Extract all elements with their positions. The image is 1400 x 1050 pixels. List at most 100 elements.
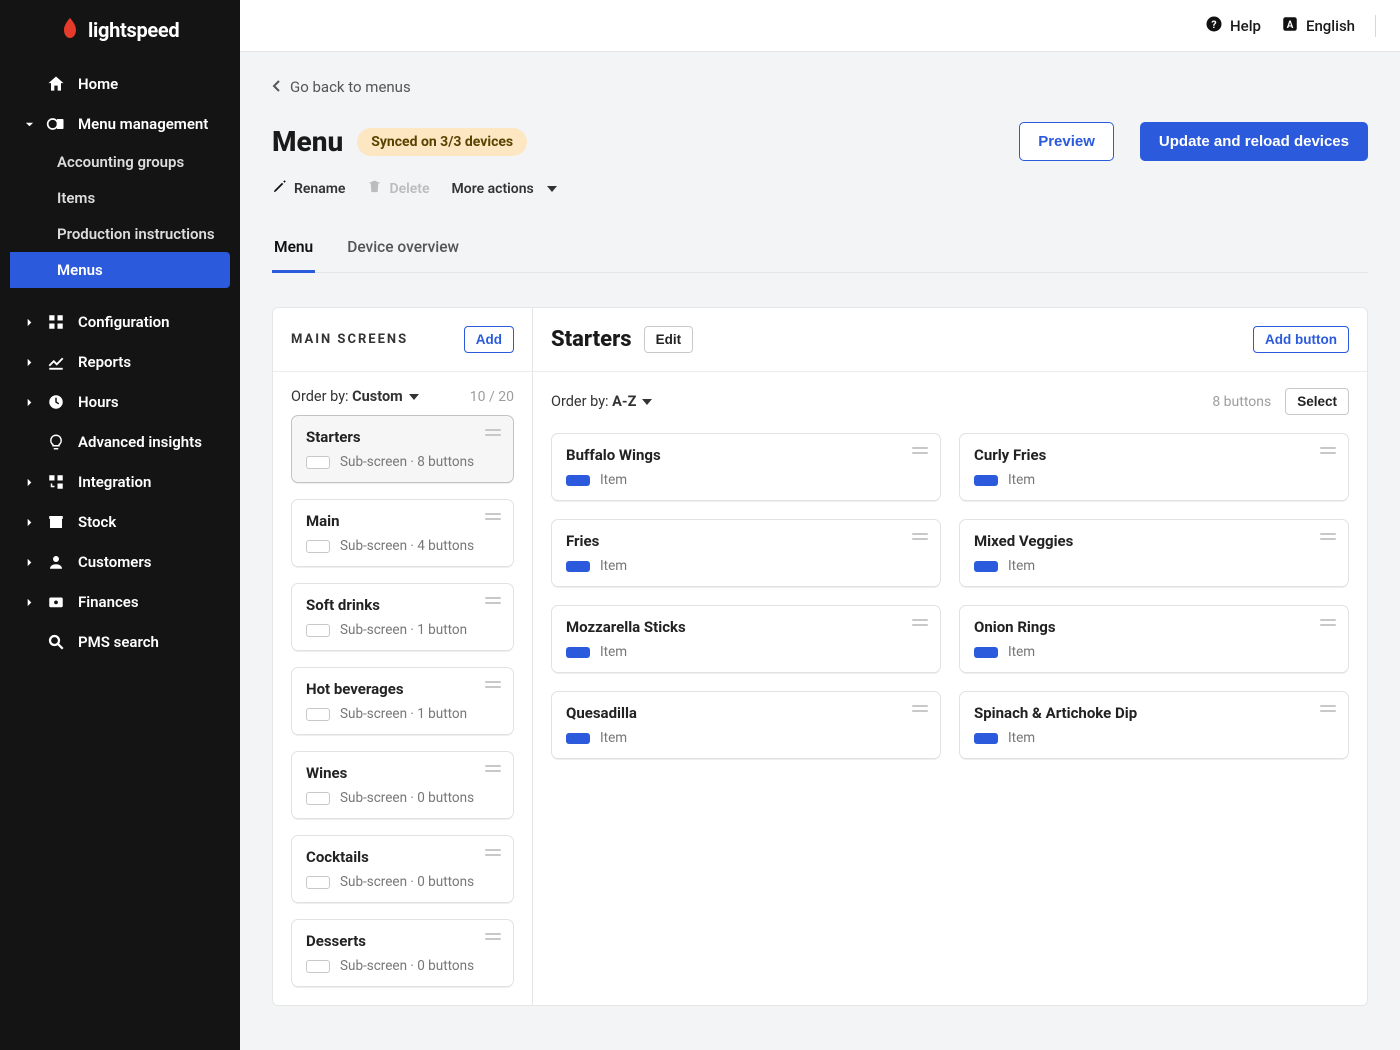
help-button[interactable]: ? Help — [1205, 15, 1261, 37]
screen-card[interactable]: WinesSub-screen · 0 buttons — [291, 751, 514, 819]
caret-right-icon — [24, 358, 34, 367]
content: Go back to menus Menu Synced on 3/3 devi… — [240, 52, 1400, 1050]
sync-badge: Synced on 3/3 devices — [357, 128, 527, 156]
color-chip — [566, 647, 590, 658]
caret-right-icon — [24, 398, 34, 407]
panel-title: Main screens — [291, 332, 408, 347]
drag-handle-icon[interactable] — [485, 428, 501, 438]
sidebar-item-finances[interactable]: Finances — [0, 582, 240, 622]
item-card[interactable]: FriesItem — [551, 519, 941, 587]
sidebar: lightspeed Home Menu management — [0, 0, 240, 1050]
svg-text:A: A — [1287, 19, 1294, 30]
grid-icon — [46, 312, 66, 332]
box-icon — [46, 512, 66, 532]
item-title: Quesadilla — [566, 704, 926, 722]
label: Help — [1230, 17, 1261, 35]
help-icon: ? — [1205, 15, 1223, 37]
drag-handle-icon[interactable] — [485, 512, 501, 522]
clock-icon — [46, 392, 66, 412]
rename-action[interactable]: Rename — [272, 179, 345, 198]
drag-handle-icon[interactable] — [485, 596, 501, 606]
sidebar-item-reports[interactable]: Reports — [0, 342, 240, 382]
screen-card[interactable]: CocktailsSub-screen · 0 buttons — [291, 835, 514, 903]
tab-menu[interactable]: Menu — [272, 224, 315, 273]
sidebar-item-customers[interactable]: Customers — [0, 542, 240, 582]
sidebar-item-pms-search[interactable]: PMS search — [0, 622, 240, 662]
sidebar-item-stock[interactable]: Stock — [0, 502, 240, 542]
screen-card[interactable]: MainSub-screen · 4 buttons — [291, 499, 514, 567]
menu-icon — [46, 114, 66, 134]
orderby-dropdown[interactable]: A-Z — [612, 393, 652, 410]
drag-handle-icon[interactable] — [485, 932, 501, 942]
screen-list: StartersSub-screen · 8 buttons MainSub-sc… — [273, 415, 532, 1005]
drag-handle-icon[interactable] — [1320, 532, 1336, 542]
delete-action: Delete — [367, 179, 429, 198]
item-card[interactable]: Curly FriesItem — [959, 433, 1349, 501]
more-actions-dropdown[interactable]: More actions — [452, 181, 557, 197]
action-row: Rename Delete More actions — [272, 161, 1368, 206]
caret-right-icon — [24, 318, 34, 327]
label: Reports — [78, 353, 131, 371]
sidebar-item-home[interactable]: Home — [0, 64, 240, 104]
sidebar-item-configuration[interactable]: Configuration — [0, 302, 240, 342]
item-card[interactable]: Spinach & Artichoke DipItem — [959, 691, 1349, 759]
screen-sub: Sub-screen · 0 buttons — [306, 874, 499, 890]
drag-handle-icon[interactable] — [912, 446, 928, 456]
back-link[interactable]: Go back to menus — [272, 52, 411, 122]
preview-button[interactable]: Preview — [1019, 122, 1114, 161]
sidebar-subitem-menus[interactable]: Menus — [10, 252, 230, 288]
item-title: Curly Fries — [974, 446, 1334, 464]
select-button[interactable]: Select — [1285, 388, 1349, 415]
color-chip — [306, 540, 330, 553]
screen-card[interactable]: Soft drinksSub-screen · 1 button — [291, 583, 514, 651]
item-card[interactable]: Buffalo WingsItem — [551, 433, 941, 501]
search-icon — [46, 632, 66, 652]
separator — [1375, 15, 1376, 37]
color-chip — [566, 561, 590, 572]
tab-device-overview[interactable]: Device overview — [345, 224, 461, 272]
lightbulb-icon — [46, 432, 66, 452]
sidebar-item-hours[interactable]: Hours — [0, 382, 240, 422]
orderby-dropdown[interactable]: Custom — [352, 388, 419, 405]
item-card[interactable]: QuesadillaItem — [551, 691, 941, 759]
sidebar-subitem-items[interactable]: Items — [0, 180, 240, 216]
svg-text:?: ? — [1211, 17, 1216, 30]
drag-handle-icon[interactable] — [1320, 704, 1336, 714]
sidebar-item-menu-management[interactable]: Menu management — [0, 104, 240, 144]
item-title: Buffalo Wings — [566, 446, 926, 464]
label: More actions — [452, 181, 534, 197]
sidebar-item-integration[interactable]: Integration — [0, 462, 240, 502]
item-card[interactable]: Mixed VeggiesItem — [959, 519, 1349, 587]
screen-card[interactable]: DessertsSub-screen · 0 buttons — [291, 919, 514, 987]
main-column: ? Help A English Go back to menus Menu S… — [240, 0, 1400, 1050]
item-title: Mixed Veggies — [974, 532, 1334, 550]
update-reload-button[interactable]: Update and reload devices — [1140, 122, 1368, 161]
drag-handle-icon[interactable] — [1320, 446, 1336, 456]
drag-handle-icon[interactable] — [485, 680, 501, 690]
color-chip — [306, 708, 330, 721]
edit-screen-button[interactable]: Edit — [644, 326, 694, 353]
brand-name: lightspeed — [88, 18, 179, 42]
label: Hours — [78, 393, 119, 411]
screen-title: Starters — [306, 428, 499, 446]
sidebar-item-advanced-insights[interactable]: Advanced insights — [0, 422, 240, 462]
item-card[interactable]: Onion RingsItem — [959, 605, 1349, 673]
screen-card[interactable]: Hot beveragesSub-screen · 1 button — [291, 667, 514, 735]
drag-handle-icon[interactable] — [912, 532, 928, 542]
sidebar-subitem-accounting-groups[interactable]: Accounting groups — [0, 144, 240, 180]
screen-title: Desserts — [306, 932, 499, 950]
language-button[interactable]: A English — [1281, 15, 1355, 37]
add-button-button[interactable]: Add button — [1253, 326, 1349, 353]
drag-handle-icon[interactable] — [485, 764, 501, 774]
screen-card[interactable]: StartersSub-screen · 8 buttons — [291, 415, 514, 483]
drag-handle-icon[interactable] — [1320, 618, 1336, 628]
screen-sub: Sub-screen · 4 buttons — [306, 538, 499, 554]
sidebar-subitem-production-instructions[interactable]: Production instructions — [0, 216, 240, 252]
item-card[interactable]: Mozzarella SticksItem — [551, 605, 941, 673]
drag-handle-icon[interactable] — [912, 704, 928, 714]
drag-handle-icon[interactable] — [912, 618, 928, 628]
label: Go back to menus — [290, 78, 411, 96]
drag-handle-icon[interactable] — [485, 848, 501, 858]
item-sub: Item — [566, 644, 926, 660]
add-screen-button[interactable]: Add — [464, 326, 514, 353]
